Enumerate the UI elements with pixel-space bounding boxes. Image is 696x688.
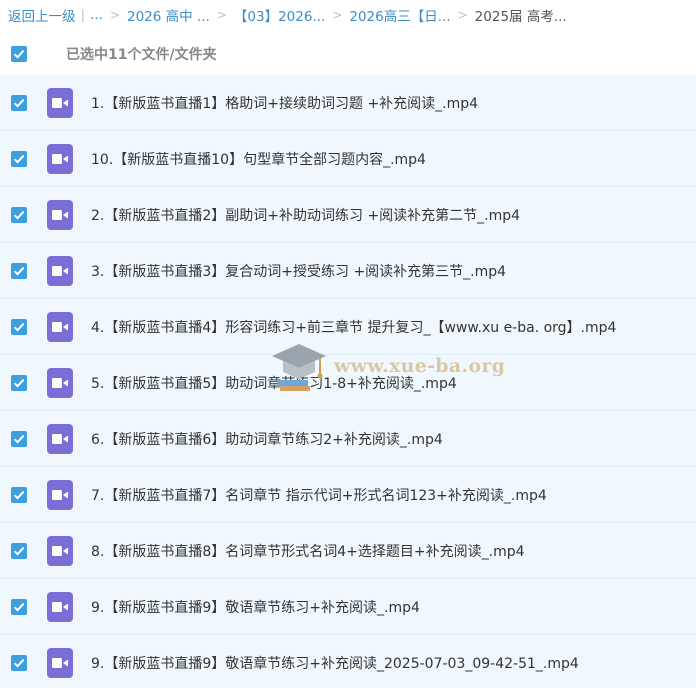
file-name[interactable]: 4.【新版蓝书直播4】形容词练习+前三章节 提升复习_【www.xu e-ba.… — [91, 317, 616, 337]
file-name[interactable]: 8.【新版蓝书直播8】名词章节形式名词4+选择题目+补充阅读_.mp4 — [91, 541, 525, 561]
chevron-right-icon: > — [109, 8, 120, 22]
file-row[interactable]: 8.【新版蓝书直播8】名词章节形式名词4+选择题目+补充阅读_.mp4 — [0, 523, 696, 579]
file-name[interactable]: 2.【新版蓝书直播2】副助词+补助动词练习 +阅读补充第二节_.mp4 — [91, 205, 520, 225]
file-checkbox[interactable] — [11, 598, 27, 615]
breadcrumb-ellipsis[interactable]: ... — [90, 7, 103, 23]
checkmark-icon — [13, 602, 25, 612]
file-name[interactable]: 5.【新版蓝书直播5】助动词章节练习1-8+补充阅读_.mp4 — [91, 373, 457, 393]
video-file-icon — [47, 647, 73, 678]
file-row[interactable]: 10.【新版蓝书直播10】句型章节全部习题内容_.mp4 — [0, 131, 696, 187]
checkmark-icon — [13, 49, 25, 59]
video-file-icon — [47, 591, 73, 622]
file-checkbox[interactable] — [11, 654, 27, 671]
file-name[interactable]: 9.【新版蓝书直播9】敬语章节练习+补充阅读_2025-07-03_09-42-… — [91, 653, 579, 673]
file-checkbox[interactable] — [11, 206, 27, 223]
breadcrumb: 返回上一级 | ... > 2026 高中 ... > 【03】2026... … — [8, 4, 567, 26]
file-row[interactable]: 2.【新版蓝书直播2】副助词+补助动词练习 +阅读补充第二节_.mp4 — [0, 187, 696, 243]
file-row[interactable]: 1.【新版蓝书直播1】格助词+接续助词习题 +补充阅读_.mp4 — [0, 75, 696, 131]
file-name[interactable]: 7.【新版蓝书直播7】名词章节 指示代词+形式名词123+补充阅读_.mp4 — [91, 485, 547, 505]
file-checkbox[interactable] — [11, 318, 27, 335]
checkmark-icon — [13, 378, 25, 388]
back-link[interactable]: 返回上一级 — [8, 5, 76, 25]
file-browser: 返回上一级 | ... > 2026 高中 ... > 【03】2026... … — [0, 0, 696, 688]
video-file-icon — [47, 311, 73, 342]
chevron-right-icon: > — [457, 8, 468, 22]
file-checkbox[interactable] — [11, 486, 27, 503]
file-row[interactable]: 3.【新版蓝书直播3】复合动词+授受练习 +阅读补充第三节_.mp4 — [0, 243, 696, 299]
breadcrumb-item[interactable]: 【03】2026... — [234, 5, 325, 25]
file-row[interactable]: 6.【新版蓝书直播6】助动词章节练习2+补充阅读_.mp4 — [0, 411, 696, 467]
video-file-icon — [47, 255, 73, 286]
selection-count: 已选中11个文件/文件夹 — [66, 47, 217, 63]
checkmark-icon — [13, 266, 25, 276]
file-row[interactable]: 9.【新版蓝书直播9】敬语章节练习+补充阅读_2025-07-03_09-42-… — [0, 635, 696, 688]
file-checkbox[interactable] — [11, 150, 27, 167]
file-row[interactable]: 5.【新版蓝书直播5】助动词章节练习1-8+补充阅读_.mp4 — [0, 355, 696, 411]
file-row[interactable]: 7.【新版蓝书直播7】名词章节 指示代词+形式名词123+补充阅读_.mp4 — [0, 467, 696, 523]
chevron-right-icon: > — [216, 8, 227, 22]
file-row[interactable]: 9.【新版蓝书直播9】敬语章节练习+补充阅读_.mp4 — [0, 579, 696, 635]
file-checkbox[interactable] — [11, 374, 27, 391]
video-file-icon — [47, 367, 73, 398]
file-name[interactable]: 9.【新版蓝书直播9】敬语章节练习+补充阅读_.mp4 — [91, 597, 420, 617]
checkmark-icon — [13, 98, 25, 108]
breadcrumb-item[interactable]: 2026 高中 ... — [127, 5, 210, 25]
file-row[interactable]: 4.【新版蓝书直播4】形容词练习+前三章节 提升复习_【www.xu e-ba.… — [0, 299, 696, 355]
file-checkbox[interactable] — [11, 430, 27, 447]
file-name[interactable]: 1.【新版蓝书直播1】格助词+接续助词习题 +补充阅读_.mp4 — [91, 93, 478, 113]
checkmark-icon — [13, 210, 25, 220]
video-file-icon — [47, 87, 73, 118]
file-checkbox[interactable] — [11, 542, 27, 559]
select-all-checkbox[interactable] — [11, 46, 27, 62]
breadcrumb-current: 2025届 高考... — [474, 9, 567, 25]
file-list: 1.【新版蓝书直播1】格助词+接续助词习题 +补充阅读_.mp4 10.【新版蓝书… — [0, 75, 696, 688]
file-name[interactable]: 6.【新版蓝书直播6】助动词章节练习2+补充阅读_.mp4 — [91, 429, 443, 449]
checkmark-icon — [13, 490, 25, 500]
video-file-icon — [47, 423, 73, 454]
checkmark-icon — [13, 322, 25, 332]
video-file-icon — [47, 143, 73, 174]
file-checkbox[interactable] — [11, 94, 27, 111]
chevron-right-icon: > — [332, 8, 343, 22]
video-file-icon — [47, 479, 73, 510]
breadcrumb-separator: | — [80, 7, 86, 23]
checkmark-icon — [13, 434, 25, 444]
checkmark-icon — [13, 658, 25, 668]
video-file-icon — [47, 535, 73, 566]
checkmark-icon — [13, 154, 25, 164]
file-name[interactable]: 3.【新版蓝书直播3】复合动词+授受练习 +阅读补充第三节_.mp4 — [91, 261, 506, 281]
breadcrumb-item[interactable]: 2026高三【日... — [349, 5, 450, 25]
file-checkbox[interactable] — [11, 262, 27, 279]
video-file-icon — [47, 199, 73, 230]
file-name[interactable]: 10.【新版蓝书直播10】句型章节全部习题内容_.mp4 — [91, 149, 426, 169]
selection-header: 已选中11个文件/文件夹 — [0, 36, 696, 72]
checkmark-icon — [13, 546, 25, 556]
